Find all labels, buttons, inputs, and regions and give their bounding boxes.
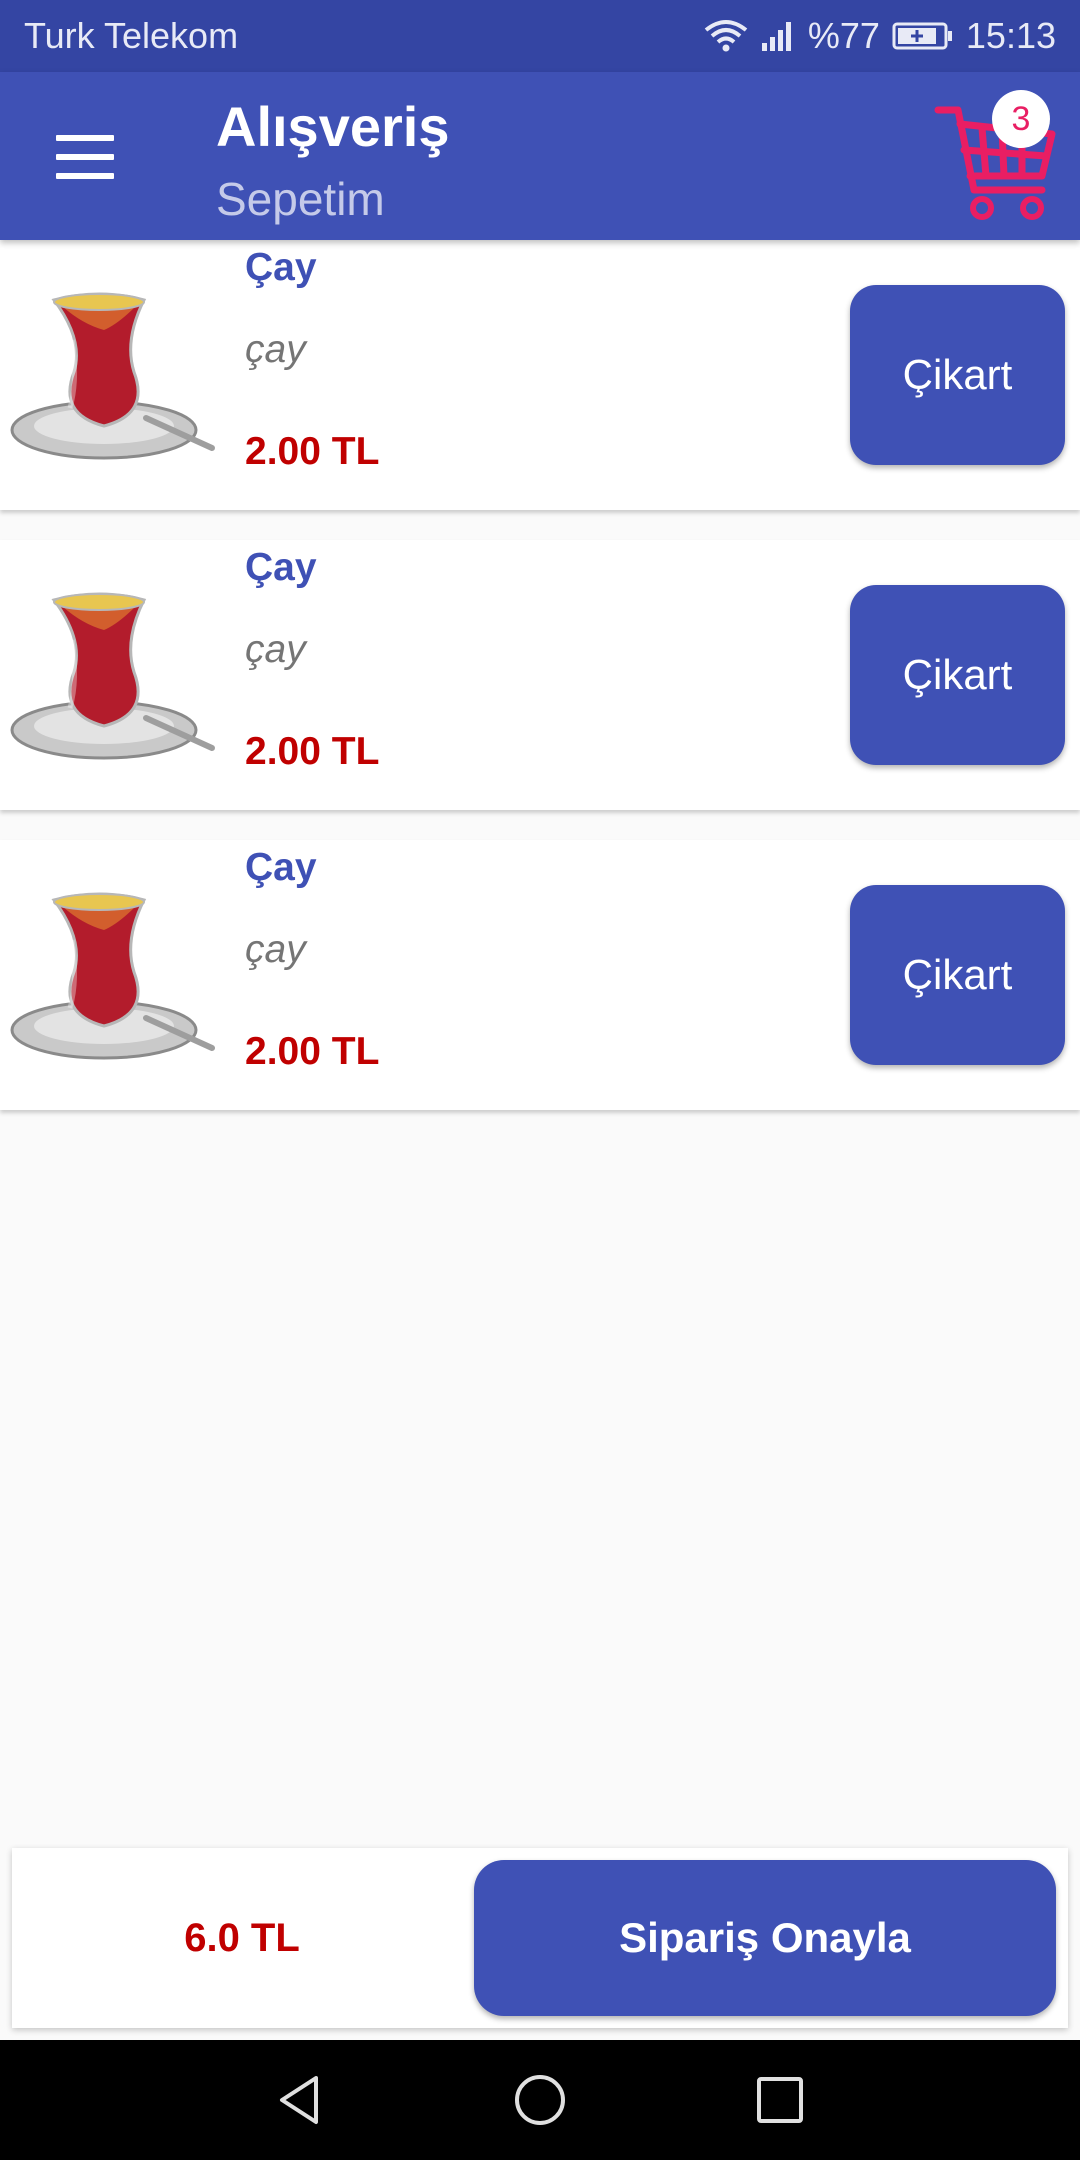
item-name: Çay	[245, 246, 317, 289]
item-price: 2.00 TL	[245, 730, 380, 773]
home-icon[interactable]	[500, 2060, 580, 2140]
confirm-order-button[interactable]: Sipariş Onayla	[474, 1860, 1056, 2016]
status-bar: Turk Telekom %77 15:13	[0, 0, 1080, 72]
system-nav-bar	[0, 2040, 1080, 2160]
item-name: Çay	[245, 546, 317, 589]
tea-glass-image	[6, 280, 216, 470]
clock: 15:13	[965, 15, 1056, 56]
item-description: çay	[245, 328, 306, 371]
remove-button[interactable]: Çikart	[850, 285, 1065, 465]
battery-icon	[892, 21, 954, 51]
item-name: Çay	[245, 846, 317, 889]
cart-item: Çay çay 2.00 TL Çikart	[0, 840, 1080, 1110]
item-price: 2.00 TL	[245, 1030, 380, 1073]
status-icons: %77 15:13	[704, 15, 1056, 57]
order-total: 6.0 TL	[184, 1915, 300, 1960]
wifi-icon	[704, 18, 748, 54]
item-description: çay	[245, 928, 306, 971]
item-price: 2.00 TL	[245, 430, 380, 473]
tea-glass-image	[6, 580, 216, 770]
order-footer: 6.0 TL Sipariş Onayla	[12, 1848, 1068, 2028]
app-bar: Alışveriş Sepetim	[0, 72, 1080, 240]
battery-percent: %77	[807, 15, 880, 56]
recents-icon[interactable]	[740, 2060, 820, 2140]
cart-item: Çay çay 2.00 TL Çikart	[0, 240, 1080, 510]
remove-button[interactable]: Çikart	[850, 885, 1065, 1065]
carrier-name: Turk Telekom	[24, 15, 239, 56]
signal-icon	[760, 19, 796, 53]
item-description: çay	[245, 628, 306, 671]
tea-glass-image	[6, 880, 216, 1070]
cart-count-badge: 3	[992, 90, 1050, 148]
menu-icon[interactable]	[30, 110, 140, 204]
page-title: Alışveriş	[216, 95, 450, 158]
remove-button[interactable]: Çikart	[850, 585, 1065, 765]
back-icon[interactable]	[260, 2060, 340, 2140]
cart-item: Çay çay 2.00 TL Çikart	[0, 540, 1080, 810]
page-subtitle: Sepetim	[216, 173, 385, 225]
